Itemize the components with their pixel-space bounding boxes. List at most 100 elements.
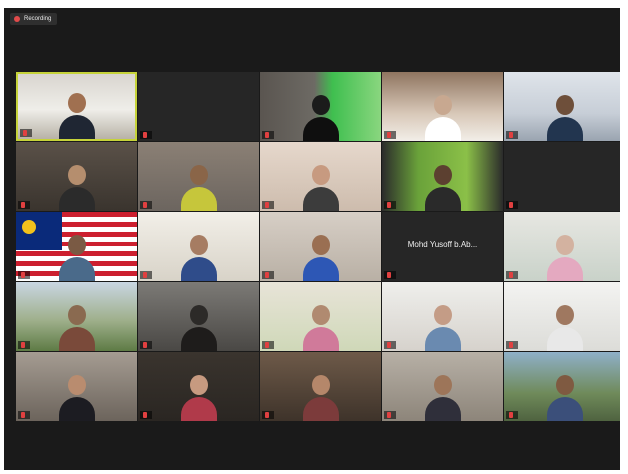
mic-muted-icon xyxy=(265,132,269,138)
participant-tile[interactable] xyxy=(260,72,381,141)
participant-name-label xyxy=(506,131,518,139)
participant-tile[interactable] xyxy=(16,212,137,281)
participant-video xyxy=(260,72,381,141)
participant-tile[interactable] xyxy=(138,282,259,351)
participant-name-label xyxy=(262,411,274,419)
participant-silhouette xyxy=(58,231,95,281)
participant-name-label xyxy=(18,201,30,209)
participant-name-label xyxy=(20,129,32,137)
mic-muted-icon xyxy=(143,272,147,278)
participant-name-label xyxy=(262,131,274,139)
participant-tile[interactable] xyxy=(16,72,137,141)
participant-tile[interactable] xyxy=(382,282,503,351)
participant-tile[interactable] xyxy=(16,142,137,211)
mic-muted-icon xyxy=(23,130,27,136)
participant-name-label xyxy=(506,341,518,349)
mic-muted-icon xyxy=(143,342,147,348)
participant-silhouette xyxy=(58,301,95,351)
participant-tile[interactable]: Mohd Yusoff b.Ab... xyxy=(382,212,503,281)
participant-tile[interactable] xyxy=(504,282,620,351)
participant-name-label xyxy=(18,411,30,419)
mic-muted-icon xyxy=(265,342,269,348)
participant-video xyxy=(382,72,503,141)
participant-video xyxy=(382,352,503,421)
participant-name-label xyxy=(384,411,396,419)
participant-tile[interactable] xyxy=(504,352,620,421)
participant-silhouette xyxy=(180,371,217,421)
participant-silhouette xyxy=(546,91,583,141)
mic-muted-icon xyxy=(265,272,269,278)
meeting-window: Recording Mohd Yusoff b.Ab... xyxy=(4,8,620,470)
participant-name-label xyxy=(262,201,274,209)
participant-video xyxy=(138,282,259,351)
participant-silhouette xyxy=(58,371,95,421)
participant-display-name: Mohd Yusoff b.Ab... xyxy=(407,240,478,249)
participant-tile[interactable] xyxy=(504,212,620,281)
participant-name-label xyxy=(506,271,518,279)
participant-video xyxy=(16,352,137,421)
participant-silhouette xyxy=(58,161,95,211)
participant-silhouette xyxy=(302,371,339,421)
participant-video xyxy=(504,72,620,141)
participant-name-label xyxy=(384,341,396,349)
participant-tile[interactable] xyxy=(504,72,620,141)
participant-name-label xyxy=(384,131,396,139)
participant-video xyxy=(138,352,259,421)
participant-name-label xyxy=(384,271,396,279)
participant-tile[interactable] xyxy=(16,352,137,421)
mic-muted-icon xyxy=(143,132,147,138)
participant-tile[interactable] xyxy=(138,72,259,141)
participant-tile[interactable] xyxy=(260,352,381,421)
participant-video xyxy=(382,142,503,211)
participant-video xyxy=(260,352,381,421)
participant-video xyxy=(138,212,259,281)
participant-tile[interactable] xyxy=(138,212,259,281)
participant-name-label xyxy=(18,271,30,279)
mic-muted-icon xyxy=(509,272,513,278)
participant-video xyxy=(260,142,381,211)
participant-silhouette xyxy=(302,161,339,211)
participant-silhouette xyxy=(546,301,583,351)
participant-name-label xyxy=(140,341,152,349)
participant-name-label xyxy=(262,271,274,279)
participant-tile[interactable] xyxy=(260,212,381,281)
mic-muted-icon xyxy=(143,202,147,208)
mic-muted-icon xyxy=(509,132,513,138)
mic-muted-icon xyxy=(387,272,391,278)
participant-name-label xyxy=(384,201,396,209)
mic-muted-icon xyxy=(387,202,391,208)
mic-muted-icon xyxy=(265,412,269,418)
participant-video xyxy=(138,142,259,211)
mic-muted-icon xyxy=(21,272,25,278)
participant-name-label xyxy=(140,271,152,279)
participant-silhouette xyxy=(546,371,583,421)
mic-muted-icon xyxy=(509,342,513,348)
participant-video xyxy=(260,212,381,281)
participant-video xyxy=(16,282,137,351)
participant-tile[interactable] xyxy=(138,352,259,421)
participant-name-label xyxy=(140,411,152,419)
participant-tile[interactable] xyxy=(138,142,259,211)
participant-tile[interactable] xyxy=(382,72,503,141)
mic-muted-icon xyxy=(265,202,269,208)
participant-silhouette xyxy=(302,91,339,141)
mic-muted-icon xyxy=(509,412,513,418)
participant-tile[interactable] xyxy=(382,352,503,421)
mic-muted-icon xyxy=(509,202,513,208)
mic-muted-icon xyxy=(21,342,25,348)
gallery-view: Mohd Yusoff b.Ab... xyxy=(4,8,620,470)
participant-name-label xyxy=(506,201,518,209)
mic-muted-icon xyxy=(387,412,391,418)
participant-silhouette xyxy=(302,301,339,351)
participant-tile[interactable] xyxy=(382,142,503,211)
participant-video xyxy=(16,212,137,281)
mic-muted-icon xyxy=(21,412,25,418)
participant-silhouette xyxy=(424,301,461,351)
participant-silhouette xyxy=(424,371,461,421)
participant-tile[interactable] xyxy=(260,142,381,211)
participant-video xyxy=(16,142,137,211)
participant-tile[interactable] xyxy=(16,282,137,351)
participant-tile[interactable] xyxy=(260,282,381,351)
mic-muted-icon xyxy=(143,412,147,418)
participant-tile[interactable] xyxy=(504,142,620,211)
